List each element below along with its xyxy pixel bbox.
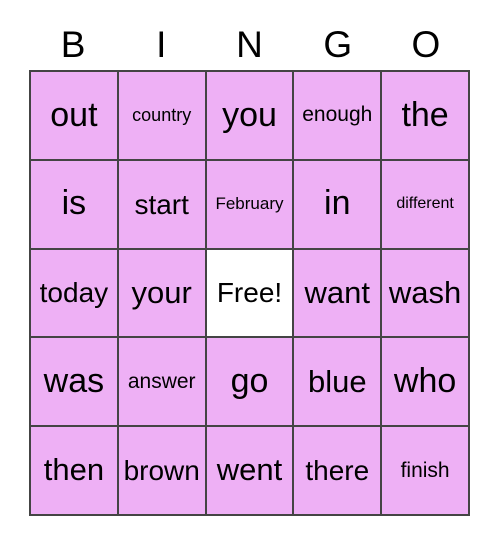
bingo-cell[interactable]: February bbox=[206, 160, 295, 250]
header-letter-o: O bbox=[411, 23, 441, 65]
bingo-cell[interactable]: there bbox=[294, 427, 383, 516]
bingo-cell-label: was bbox=[43, 361, 105, 400]
header-letter-n: N bbox=[236, 23, 263, 65]
bingo-cell[interactable]: want bbox=[294, 249, 383, 339]
bingo-cell-label: today bbox=[39, 277, 109, 309]
bingo-cell-label: is bbox=[61, 184, 87, 223]
bingo-cell[interactable]: you bbox=[206, 72, 295, 161]
header-letter-g: G bbox=[323, 23, 353, 65]
bingo-cell-label: in bbox=[324, 184, 351, 223]
bingo-cell[interactable]: enough bbox=[294, 72, 383, 161]
bingo-cell[interactable]: answer bbox=[118, 338, 207, 428]
bingo-cell[interactable]: wash bbox=[382, 249, 470, 339]
bingo-cell[interactable]: brown bbox=[118, 427, 207, 516]
bingo-cell-label: wash bbox=[388, 274, 462, 310]
bingo-cell-label: out bbox=[50, 95, 98, 134]
bingo-cell-label: there bbox=[305, 454, 370, 486]
bingo-cell-label: who bbox=[393, 361, 457, 400]
bingo-cell[interactable]: finish bbox=[382, 427, 470, 516]
bingo-cell[interactable]: the bbox=[382, 72, 470, 161]
bingo-cell-label: then bbox=[43, 452, 105, 488]
bingo-cell-label: finish bbox=[400, 458, 450, 482]
bingo-cell-label: go bbox=[230, 361, 269, 400]
bingo-cell-label: Free! bbox=[216, 277, 283, 309]
bingo-cell[interactable]: was bbox=[31, 338, 119, 428]
bingo-cell[interactable]: start bbox=[118, 160, 207, 250]
bingo-cell[interactable]: go bbox=[206, 338, 295, 428]
bingo-cell-label: enough bbox=[302, 103, 373, 127]
bingo-grid: out country you enough the is start February in d… bbox=[29, 70, 470, 516]
bingo-free-cell[interactable]: Free! bbox=[206, 249, 295, 339]
bingo-cell[interactable]: out bbox=[31, 72, 119, 161]
bingo-cell-label: February bbox=[215, 194, 284, 214]
bingo-cell[interactable]: your bbox=[118, 249, 207, 339]
bingo-cell-label: want bbox=[304, 274, 371, 310]
bingo-cell[interactable]: then bbox=[31, 427, 119, 516]
bingo-cell[interactable]: country bbox=[118, 72, 207, 161]
bingo-cell-label: brown bbox=[123, 454, 200, 486]
header-letter-i: I bbox=[156, 23, 167, 65]
bingo-cell-label: went bbox=[216, 452, 283, 488]
bingo-cell-label: blue bbox=[307, 363, 367, 399]
bingo-header: B I N G O bbox=[29, 18, 470, 70]
bingo-cell-label: the bbox=[401, 95, 449, 134]
bingo-cell[interactable]: blue bbox=[294, 338, 383, 428]
bingo-cell-label: your bbox=[131, 274, 192, 310]
header-letter-b: B bbox=[60, 23, 86, 65]
bingo-cell[interactable]: in bbox=[294, 160, 383, 250]
bingo-cell-label: start bbox=[134, 188, 189, 220]
bingo-cell[interactable]: who bbox=[382, 338, 470, 428]
bingo-cell-label: you bbox=[222, 95, 277, 134]
bingo-cell-label: answer bbox=[127, 369, 196, 393]
bingo-cell[interactable]: is bbox=[31, 160, 119, 250]
bingo-cell-label: country bbox=[132, 104, 192, 125]
bingo-card: B I N G O out country you enough the is start F… bbox=[0, 0, 500, 544]
bingo-cell-label: different bbox=[396, 194, 454, 212]
bingo-cell[interactable]: today bbox=[31, 249, 119, 339]
bingo-cell[interactable]: different bbox=[382, 160, 470, 250]
bingo-cell[interactable]: went bbox=[206, 427, 295, 516]
